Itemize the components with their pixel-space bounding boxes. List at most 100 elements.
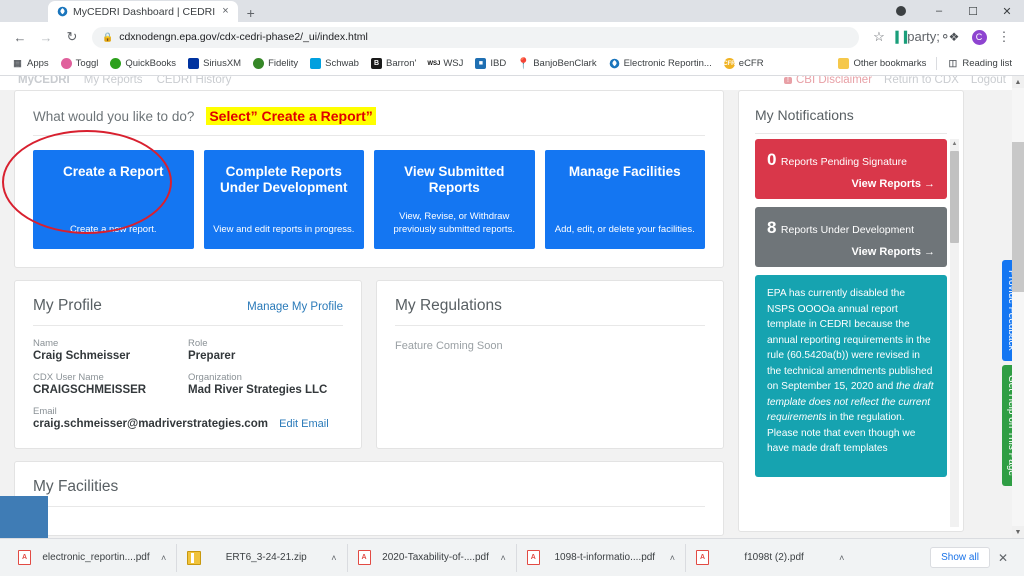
profile-fields: Name Craig Schmeisser Role Preparer CDX … [33,338,343,430]
field-value: Preparer [188,349,236,362]
forward-icon[interactable]: → [34,25,58,49]
manage-my-profile-link[interactable]: Manage My Profile [247,301,343,313]
site-brand[interactable]: MyCEDRI [18,76,70,86]
bookmark-label: QuickBooks [125,58,177,69]
download-item[interactable]: A 1098-t-informatio....pdf ˄ [517,543,687,572]
facilities-card-header: My Facilities [15,462,723,506]
toggl-icon [60,58,72,69]
notification-announcement: EPA has currently disabled the NSPS OOOO… [755,275,947,477]
bookmark-barrons[interactable]: B Barron' [365,58,422,69]
bookmark-label: Schwab [325,58,359,69]
browser-tab[interactable]: MyCEDRI Dashboard | CEDRI × [48,1,238,22]
field-label: Organization [188,371,242,383]
scroll-up-icon[interactable]: ▲ [950,139,959,149]
announcement-part1: EPA has currently disabled the NSPS OOOO… [767,288,933,392]
bookmark-ecfr[interactable]: CFR eCFR [718,58,770,69]
close-downloads-bar-icon[interactable]: ✕ [990,551,1016,565]
download-name: f1098t (2).pdf [744,552,804,563]
bookmark-ibd[interactable]: ■ IBD [469,58,512,69]
warning-icon: ! [784,76,792,84]
pdf-file-icon: A [18,550,31,565]
chevron-up-icon[interactable]: ˄ [161,553,166,563]
field-value: Mad River Strategies LLC [188,383,328,396]
update-dot-icon[interactable] [896,6,906,16]
actions-card-header: What would you like to do? Select” Creat… [15,91,723,135]
pdf-file-icon: A [526,550,540,565]
download-name: electronic_reportin....pdf [42,552,150,563]
chevron-up-icon[interactable]: ˄ [670,553,675,563]
page-scroll-up-icon[interactable]: ▲ [1012,76,1024,88]
show-all-downloads-button[interactable]: Show all [930,547,990,568]
tab-close-icon[interactable]: × [220,6,230,17]
notification-pending-signature[interactable]: 0 Reports Pending Signature View Reports… [755,139,947,199]
field-label: Email [33,405,57,417]
notification-text: Reports Under Development [780,224,914,236]
download-item[interactable]: A electronic_reportin....pdf ˄ [8,543,178,572]
page-viewport: MyCEDRI My Reports CEDRI History ! CBI D… [0,76,1024,538]
field-label: Role [188,337,208,349]
maximize-button[interactable]: ☐ [956,0,990,22]
ibd-icon: ■ [475,58,487,69]
chevron-up-icon[interactable]: ˄ [331,553,336,563]
reload-icon[interactable]: ↻ [60,25,84,49]
page-scroll-down-icon[interactable]: ▼ [1012,526,1024,538]
bookmarks-bar: ▦ Apps Toggl QuickBooks SiriusXM Fidelit… [0,52,1024,76]
download-item[interactable]: ERT6_3-24-21.zip ˄ [177,543,348,572]
address-bar[interactable]: 🔒 cdxnodengn.epa.gov/cdx-cedri-phase2/_u… [92,26,859,48]
chevron-up-icon[interactable]: ˄ [839,553,844,563]
profile-field-name: Name Craig Schmeisser [33,338,188,362]
puzzle-extension-icon[interactable]: ❖ [942,25,966,49]
notifications-list[interactable]: 0 Reports Pending Signature View Reports… [739,139,963,531]
profile-field-cdx-user-name: CDX User Name CRAIGSCHMEISSER [33,372,188,396]
nav-link-return-to-cdx[interactable]: Return to CDX [884,76,959,86]
back-icon[interactable]: ← [8,25,32,49]
page-scrollbar-thumb[interactable] [1012,142,1024,292]
bookmark-star-icon[interactable]: ☆ [867,25,891,49]
bookmark-banjobenclark[interactable]: 📍 BanjoBenClark [512,58,602,70]
tab-title: MyCEDRI Dashboard | CEDRI [73,5,216,18]
bookmark-schwab[interactable]: Schwab [304,58,365,69]
notifications-scrollbar-thumb[interactable] [950,151,959,243]
view-reports-link[interactable]: View Reports → [767,246,935,258]
download-item[interactable]: A 2020-Taxability-of-....pdf ˄ [348,543,517,572]
chrome-menu-icon[interactable]: ⋮ [992,25,1016,49]
notifications-card: My Notifications 0 Reports Pending Signa… [738,90,964,532]
bookmark-siriusxm[interactable]: SiriusXM [182,58,247,69]
reading-list[interactable]: ◫ Reading list [941,58,1018,69]
edit-email-link[interactable]: Edit Email [279,418,329,430]
history-clock-icon[interactable]: party;⚬ [907,25,950,49]
new-tab-button[interactable]: + [247,6,255,20]
bookmark-toggl[interactable]: Toggl [55,58,105,69]
download-item[interactable]: A f1098t (2).pdf ˄ [686,544,854,572]
avatar[interactable]: C [967,25,991,49]
create-report-button[interactable]: Create a Report Create a new report. [33,150,194,249]
bookmark-electronic-reporting[interactable]: Electronic Reportin... [603,58,718,69]
bookmark-apps[interactable]: ▦ Apps [6,58,55,69]
bookmark-label: BanjoBenClark [533,58,597,69]
notification-under-development[interactable]: 8 Reports Under Development View Reports… [755,207,947,267]
notification-line: 8 Reports Under Development [767,218,935,238]
other-bookmarks-label: Other bookmarks [853,58,927,69]
regulations-body: Feature Coming Soon [395,339,503,352]
view-reports-link[interactable]: View Reports → [767,178,935,190]
manage-facilities-button[interactable]: Manage Facilities Add, edit, or delete y… [544,150,705,249]
nav-link-my-reports[interactable]: My Reports [84,76,143,86]
bookmark-quickbooks[interactable]: QuickBooks [104,58,182,69]
minimize-button[interactable]: – [922,0,956,22]
chevron-up-icon[interactable]: ˄ [501,553,506,563]
view-submitted-reports-button[interactable]: View Submitted Reports View, Revise, or … [374,150,535,249]
cbi-disclaimer-link[interactable]: ! CBI Disclaimer [784,76,872,86]
nav-link-logout[interactable]: Logout [971,76,1006,86]
bookmark-wsj[interactable]: WSJ WSJ [422,58,469,69]
other-bookmarks[interactable]: Other bookmarks [832,58,932,69]
complete-reports-under-development-button[interactable]: Complete Reports Under Development View … [203,150,364,249]
close-window-button[interactable]: ✕ [990,0,1024,22]
bookmarks-divider [936,57,938,70]
bookmark-fidelity[interactable]: Fidelity [247,58,304,69]
nav-link-cedri-history[interactable]: CEDRI History [157,76,232,86]
profile-card: My Profile Manage My Profile Name Craig … [14,279,362,449]
actions-card: What would you like to do? Select” Creat… [2,90,724,268]
bookmark-label: Fidelity [268,58,299,69]
bookmark-label: Apps [27,58,49,69]
page-title: What would you like to do? [33,109,195,124]
